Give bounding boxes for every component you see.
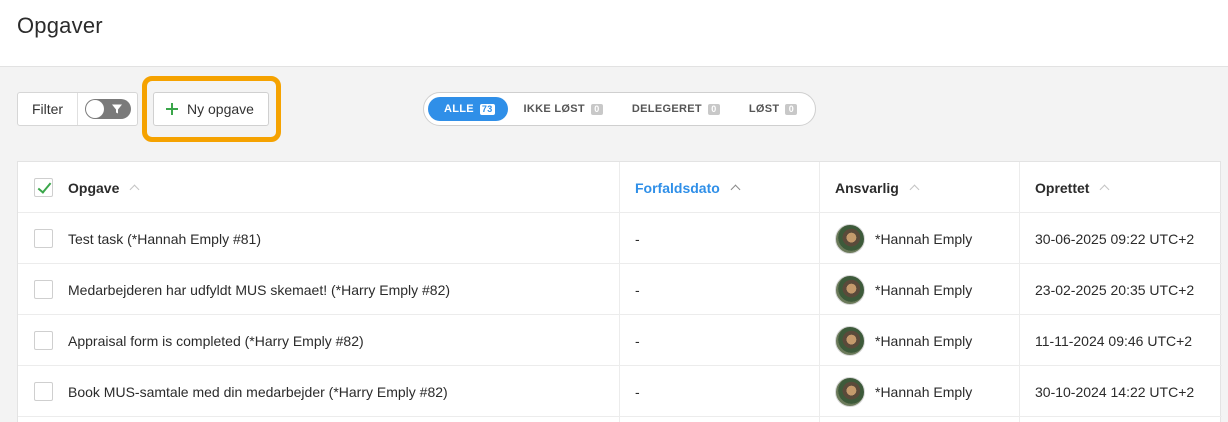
page-header: Opgaver	[0, 0, 1228, 67]
sort-arrow-icon	[730, 184, 741, 195]
header-created[interactable]: Oprettet	[1035, 162, 1110, 213]
responsible-cell: *Hannah Emply	[835, 264, 972, 315]
tab-count-badge: 0	[785, 103, 798, 115]
avatar	[835, 325, 865, 356]
row-select-cell	[34, 264, 53, 315]
header-due-date[interactable]: Forfaldsdato	[635, 162, 741, 213]
tab-lost[interactable]: LØST 0	[749, 97, 798, 121]
sort-arrow-icon	[129, 184, 140, 195]
new-task-button[interactable]: Ny opgave	[153, 92, 269, 126]
plus-icon	[166, 103, 178, 115]
header-responsible-label: Ansvarlig	[835, 179, 899, 196]
task-cell[interactable]: Appraisal form is completed (*Harry Empl…	[68, 315, 364, 366]
tab-ikke-lost[interactable]: IKKE LØST 0	[524, 97, 603, 121]
tab-label: DELEGERET	[631, 103, 702, 115]
responsible-name: *Hannah Emply	[875, 383, 973, 400]
select-all-cell	[34, 162, 53, 213]
row-select-cell	[34, 366, 53, 417]
responsible-name: *Hannah Emply	[875, 230, 973, 247]
tab-label: IKKE LØST	[523, 103, 585, 115]
row-checkbox[interactable]	[34, 280, 53, 299]
tab-count-badge: 73	[479, 103, 495, 115]
header-created-label: Oprettet	[1035, 179, 1090, 196]
table-row[interactable]: Book MUS-samtale med din medarbejder (*H…	[18, 366, 1222, 417]
funnel-icon	[112, 104, 122, 114]
task-cell[interactable]: Book MUS-samtale med din medarbejder (*H…	[68, 366, 448, 417]
created-cell: 11-11-2024 09:46 UTC+2	[1035, 332, 1193, 349]
due-date-cell: -	[635, 332, 640, 349]
row-checkbox[interactable]	[34, 382, 53, 401]
new-task-label: Ny opgave	[187, 101, 254, 117]
task-table: Opgave Forfaldsdato Ansvarlig Oprettet T…	[17, 161, 1222, 422]
responsible-name: *Hannah Emply	[875, 281, 973, 298]
header-responsible[interactable]: Ansvarlig	[835, 162, 920, 213]
avatar	[835, 223, 865, 254]
header-task[interactable]: Opgave	[68, 162, 140, 213]
created-cell: 30-06-2025 09:22 UTC+2	[1035, 230, 1195, 247]
sort-arrow-icon	[1100, 184, 1110, 195]
due-date-cell: -	[635, 230, 640, 247]
row-select-cell	[34, 315, 53, 366]
table-row[interactable]: Appraisal form is completed (*Harry Empl…	[18, 315, 1222, 366]
header-task-label: Opgave	[68, 179, 120, 196]
tab-count-badge: 0	[590, 103, 603, 115]
filter-control: Filter	[17, 92, 138, 126]
select-all-checkbox[interactable]	[34, 178, 53, 197]
tab-label: LØST	[748, 103, 780, 115]
row-checkbox[interactable]	[34, 331, 53, 350]
created-cell: 23-02-2025 20:35 UTC+2	[1035, 281, 1195, 298]
row-select-cell	[34, 213, 53, 264]
sort-arrow-icon	[909, 184, 920, 195]
due-date-cell: -	[635, 383, 640, 400]
page-title: Opgaver	[17, 13, 103, 38]
responsible-cell: *Hannah Emply	[835, 366, 972, 417]
tab-alle[interactable]: ALLE 73	[428, 97, 508, 121]
due-date-cell: -	[635, 281, 640, 298]
row-checkbox[interactable]	[34, 229, 53, 248]
avatar	[835, 274, 865, 305]
tab-count-badge: 0	[707, 103, 720, 115]
responsible-cell: *Hannah Emply	[835, 213, 972, 264]
tab-delegeret[interactable]: DELEGERET 0	[632, 97, 720, 121]
header-due-date-label: Forfaldsdato	[635, 179, 720, 196]
task-cell[interactable]: Test task (*Hannah Emply #81)	[68, 213, 261, 264]
filter-toggle[interactable]	[85, 99, 131, 119]
responsible-cell: *Hannah Emply	[835, 315, 972, 366]
filter-label: Filter	[18, 93, 78, 125]
avatar	[835, 376, 865, 407]
table-row[interactable]: Medarbejderen har udfyldt MUS skemaet! (…	[18, 264, 1222, 315]
table-row[interactable]: Test task (*Hannah Emply #81) - *Hannah …	[18, 213, 1222, 264]
table-header-row: Opgave Forfaldsdato Ansvarlig Oprettet	[18, 162, 1222, 213]
toggle-knob	[86, 100, 104, 118]
status-tabs: ALLE 73 IKKE LØST 0 DELEGERET 0 LØST 0	[423, 92, 816, 126]
task-cell[interactable]: Medarbejderen har udfyldt MUS skemaet! (…	[68, 264, 450, 315]
responsible-name: *Hannah Emply	[875, 332, 973, 349]
tab-label: ALLE	[444, 103, 474, 115]
created-cell: 30-10-2024 14:22 UTC+2	[1035, 383, 1195, 400]
